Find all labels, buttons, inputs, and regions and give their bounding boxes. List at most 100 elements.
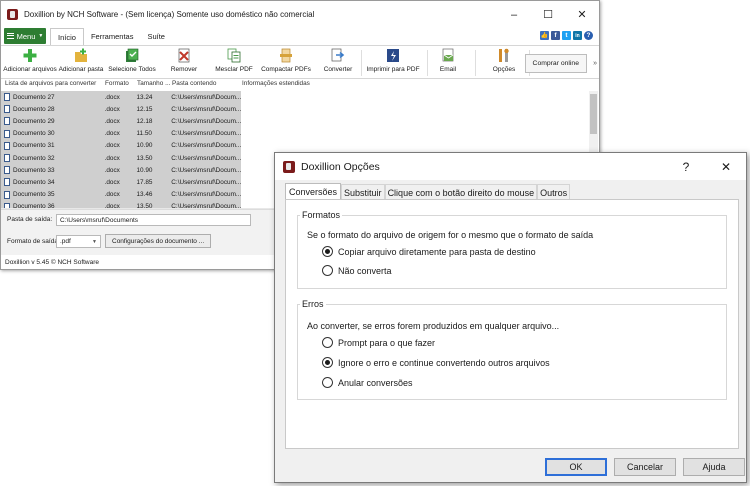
tab-conversoes[interactable]: Conversões: [285, 183, 342, 200]
menu-button[interactable]: Menu ▼: [4, 28, 46, 44]
radio-cancel-conversions-label: Anular conversões: [338, 377, 413, 388]
help-icon[interactable]: ?: [584, 31, 593, 40]
column-header-file[interactable]: Lista de arquivos para converter: [1, 80, 105, 91]
file-size: 12.15: [136, 105, 153, 113]
print-pdf-button[interactable]: Imprimir para PDF: [366, 48, 420, 73]
ok-button[interactable]: OK: [545, 458, 607, 476]
file-row[interactable]: Documento 34 .docx 17.85 C:\Users\msruf\Doc…: [1, 176, 241, 188]
document-icon: [4, 93, 10, 102]
output-folder-field[interactable]: C:\Users\msruf\Documents: [56, 214, 251, 226]
file-size: 10.90: [136, 166, 153, 174]
dropdown-arrow-icon: ▼: [92, 238, 97, 245]
options-button[interactable]: Opções: [490, 48, 518, 73]
column-header-folder[interactable]: Pasta contendo: [172, 80, 242, 91]
file-row[interactable]: Documento 33 .docx 10.90 C:\Users\msruf\Doc…: [1, 164, 241, 176]
ribbon-tab-row: Menu ▼ Início Ferramentas Suíte 👍 f t in…: [1, 28, 599, 45]
file-format: .docx: [104, 166, 120, 174]
tab-inicio[interactable]: Início: [50, 28, 84, 45]
tab-suite[interactable]: Suíte: [140, 28, 172, 45]
add-files-button[interactable]: Adicionar arquivos: [3, 48, 57, 73]
radio-prompt[interactable]: Prompt para o que fazer: [322, 337, 435, 348]
file-format: .docx: [104, 191, 120, 199]
file-size: 13.24: [136, 93, 153, 101]
minimize-button[interactable]: –: [497, 1, 531, 28]
cancel-button[interactable]: Cancelar: [614, 458, 676, 476]
file-format: .docx: [104, 142, 120, 150]
radio-empty-icon: [322, 337, 333, 348]
column-header-size[interactable]: Tamanho ...: [137, 80, 172, 91]
file-size: 10.90: [136, 142, 153, 150]
column-header-format[interactable]: Formato: [105, 80, 137, 91]
file-row[interactable]: Documento 35 .docx 13.46 C:\Users\msruf\Doc…: [1, 189, 241, 201]
help-button[interactable]: Ajuda: [683, 458, 745, 476]
column-header-extended[interactable]: Informações estendidas: [242, 80, 342, 91]
add-folder-button[interactable]: Adicionar pasta: [59, 48, 103, 73]
select-all-button[interactable]: Selecione Todos: [108, 48, 156, 73]
file-name: Documento 31: [13, 142, 55, 150]
file-folder: C:\Users\msruf\Docum...: [171, 154, 241, 162]
hamburger-icon: [6, 33, 14, 39]
main-titlebar: Doxillion by NCH Software - (Sem licença…: [1, 1, 599, 28]
output-format-value: .pdf: [60, 238, 71, 245]
file-format: .docx: [104, 105, 120, 113]
erros-question: Ao converter, se erros forem produzidos …: [307, 321, 560, 331]
tab-substituir[interactable]: Substituir: [341, 184, 385, 200]
output-format-label: Formato de saída:: [7, 238, 60, 245]
output-format-select[interactable]: .pdf ▼: [56, 235, 101, 248]
compress-pdf-button[interactable]: Compactar PDFs: [261, 48, 311, 73]
buy-online-button[interactable]: Comprar online: [524, 54, 587, 73]
twitter-icon[interactable]: t: [562, 31, 571, 40]
convert-button[interactable]: Converter: [323, 48, 353, 73]
radio-cancel-conversions[interactable]: Anular conversões: [322, 377, 413, 388]
formatos-group: Formatos Se o formato do arquivo de orig…: [297, 210, 727, 289]
output-folder-label: Pasta de saída:: [7, 216, 53, 223]
scrollbar-thumb[interactable]: [590, 94, 597, 134]
facebook-icon[interactable]: f: [551, 31, 560, 40]
maximize-button[interactable]: ☐: [531, 1, 565, 28]
dialog-titlebar: Doxillion Opções ? ✕: [275, 153, 746, 180]
remove-button[interactable]: Remover: [167, 48, 201, 73]
file-folder: C:\Users\msruf\Docum...: [171, 178, 241, 186]
add-folder-icon: [75, 48, 87, 62]
app-icon: [7, 9, 18, 20]
file-row[interactable]: Documento 32 .docx 13.50 C:\Users\msruf\Doc…: [1, 152, 241, 164]
file-row[interactable]: Documento 27 .docx 13.24 C:\Users\msruf\Doc…: [1, 91, 241, 103]
file-row[interactable]: Documento 36 .docx 13.50 C:\Users\msruf\Doc…: [1, 201, 241, 208]
file-format: .docx: [104, 154, 120, 162]
file-name: Documento 27: [13, 93, 55, 101]
document-icon: [4, 129, 10, 138]
conversoes-panel: Formatos Se o formato do arquivo de orig…: [285, 199, 739, 449]
close-button[interactable]: ✕: [565, 1, 599, 28]
ribbon-more-chevron-icon[interactable]: »: [593, 60, 597, 67]
document-icon: [4, 141, 10, 150]
email-button[interactable]: Email: [435, 48, 461, 73]
radio-copy-directly-label: Copiar arquivo diretamente para pasta de…: [338, 246, 536, 257]
radio-selected-icon: [322, 357, 333, 368]
radio-copy-directly[interactable]: Copiar arquivo diretamente para pasta de…: [322, 246, 536, 257]
file-row[interactable]: Documento 29 .docx 12.18 C:\Users\msruf\Doc…: [1, 115, 241, 127]
file-format: .docx: [104, 93, 120, 101]
radio-do-not-convert-label: Não converta: [338, 265, 392, 276]
like-icon[interactable]: 👍: [540, 31, 549, 40]
file-name: Documento 35: [13, 191, 55, 199]
dialog-help-button[interactable]: ?: [666, 160, 706, 174]
radio-selected-icon: [322, 246, 333, 257]
file-row[interactable]: Documento 28 .docx 12.15 C:\Users\msruf\Doc…: [1, 103, 241, 115]
linkedin-icon[interactable]: in: [573, 31, 582, 40]
radio-do-not-convert[interactable]: Não converta: [322, 265, 392, 276]
dialog-title: Doxillion Opções: [301, 160, 380, 173]
tab-ferramentas[interactable]: Ferramentas: [84, 28, 141, 45]
file-size: 12.18: [136, 117, 153, 125]
dialog-app-icon: [283, 160, 295, 173]
toolbar-separator: [475, 50, 476, 76]
file-row[interactable]: Documento 30 .docx 11.50 C:\Users\msruf\Doc…: [1, 128, 241, 140]
document-settings-button[interactable]: Configurações do documento ...: [105, 234, 212, 248]
erros-group: Erros Ao converter, se erros forem produ…: [297, 299, 727, 400]
dialog-close-button[interactable]: ✕: [706, 160, 746, 174]
tab-outros[interactable]: Outros: [537, 184, 571, 200]
file-format: .docx: [104, 178, 120, 186]
merge-pdf-button[interactable]: Mesclar PDF: [215, 48, 253, 73]
file-row[interactable]: Documento 31 .docx 10.90 C:\Users\msruf\Doc…: [1, 140, 241, 152]
radio-ignore-error[interactable]: Ignore o erro e continue convertendo out…: [322, 357, 550, 368]
tab-clique-direito[interactable]: Clique com o botão direito do mouse: [384, 184, 538, 200]
